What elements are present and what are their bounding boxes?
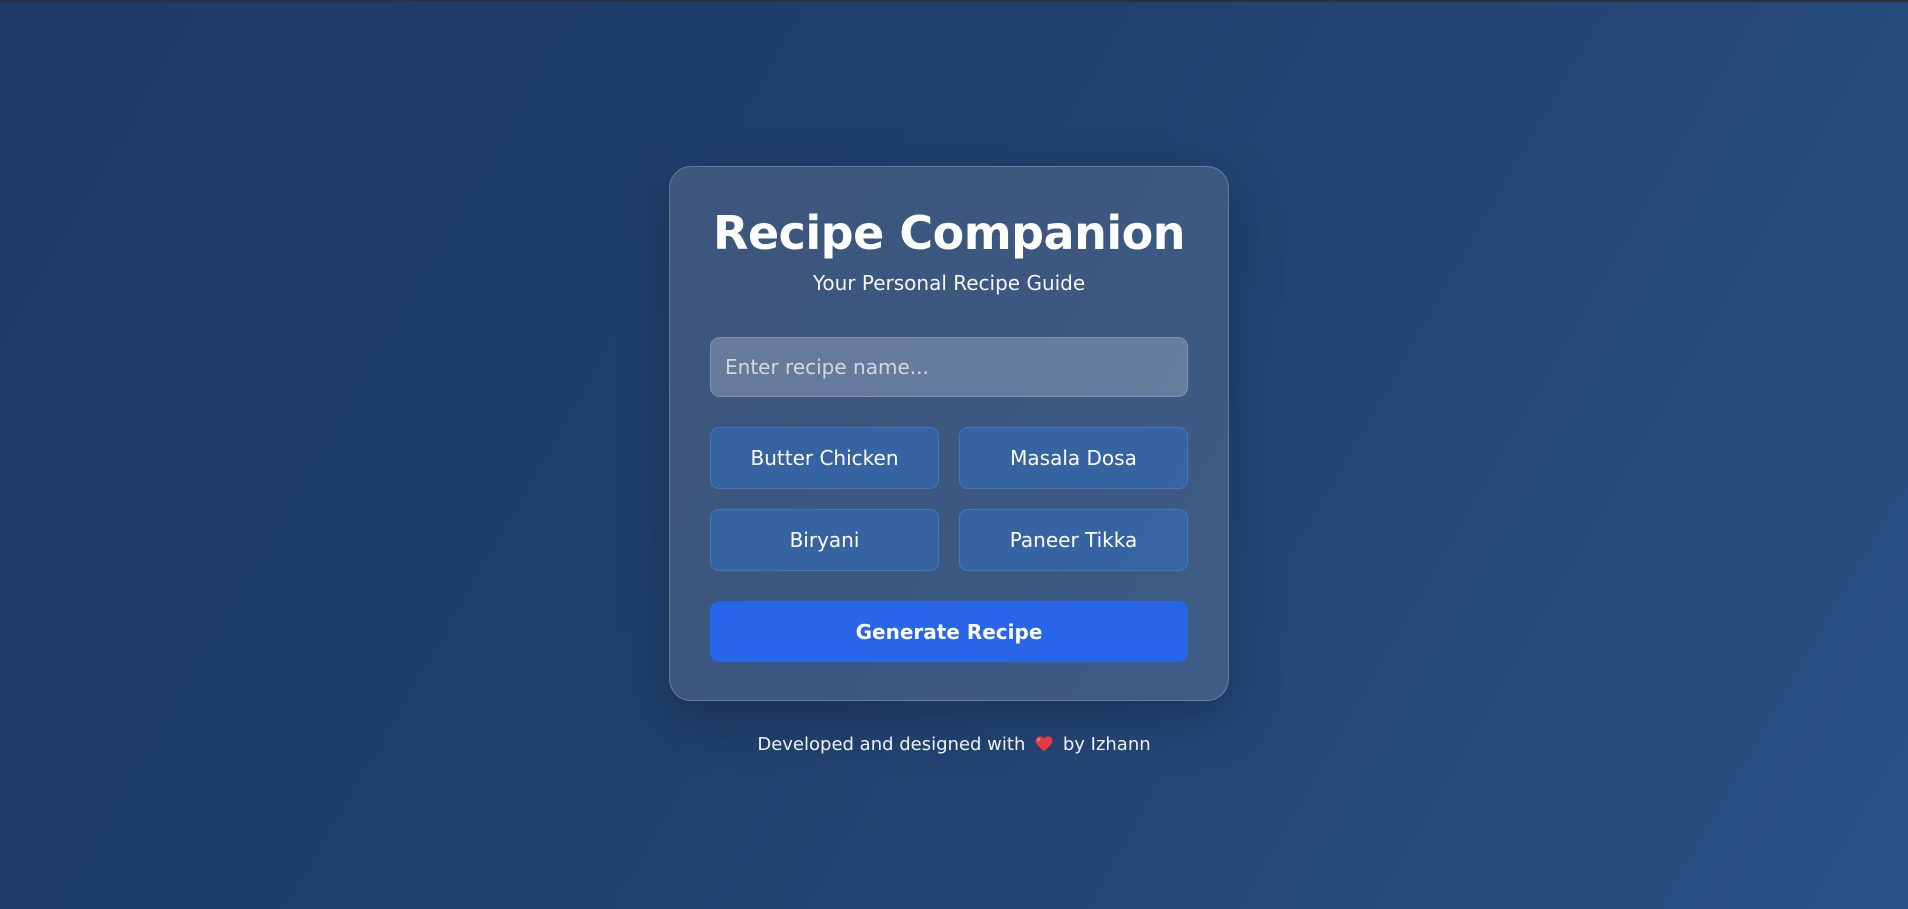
footer-suffix: by Izhann xyxy=(1062,734,1151,755)
top-border xyxy=(0,0,1908,2)
heart-icon xyxy=(1035,736,1053,752)
suggestion-biryani-button[interactable]: Biryani xyxy=(710,509,939,571)
suggestion-masala-dosa-button[interactable]: Masala Dosa xyxy=(959,427,1188,489)
app-subtitle: Your Personal Recipe Guide xyxy=(812,271,1086,295)
suggestion-paneer-tikka-button[interactable]: Paneer Tikka xyxy=(959,509,1188,571)
app-title: Recipe Companion xyxy=(713,206,1185,260)
footer-credit: Developed and designed with by Izhann xyxy=(0,732,1908,758)
suggestion-butter-chicken-button[interactable]: Butter Chicken xyxy=(710,427,939,489)
recipe-card: Recipe Companion Your Personal Recipe Gu… xyxy=(669,166,1229,701)
generate-recipe-button[interactable]: Generate Recipe xyxy=(710,601,1188,662)
recipe-search-input[interactable] xyxy=(710,337,1188,397)
footer-prefix: Developed and designed with xyxy=(757,734,1026,755)
